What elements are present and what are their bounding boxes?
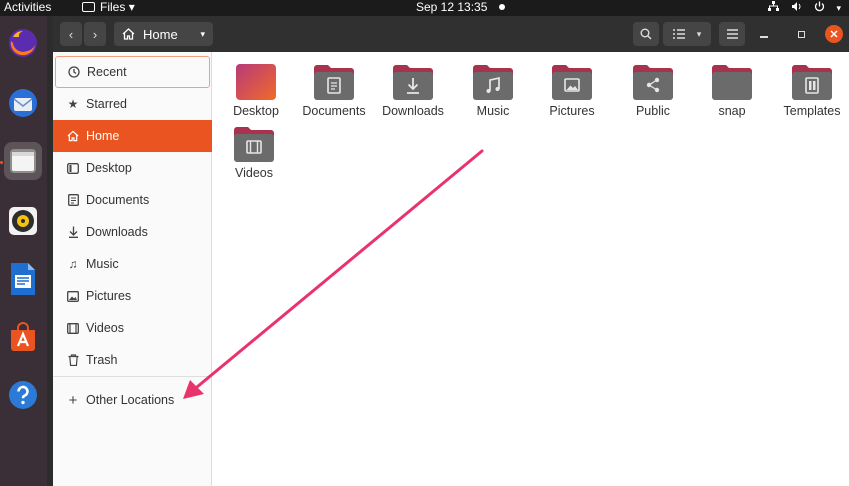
annotation-arrow-icon [183,149,484,399]
desktop-screen: Activities Files ▾ Sep 12 13:35 ▾ ‹ › Ho… [0,0,849,486]
